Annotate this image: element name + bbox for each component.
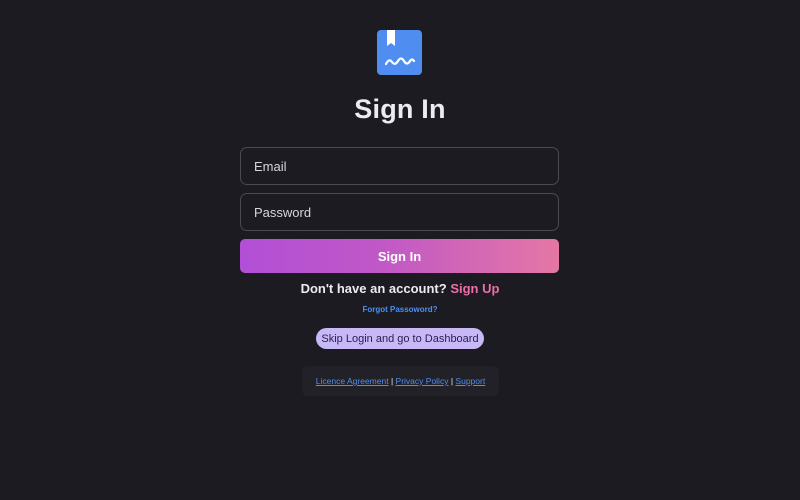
footer-separator: | <box>450 376 454 386</box>
forgot-password-link[interactable]: Forgot Passoword? <box>362 305 437 314</box>
forgot-password-row: Forgot Passoword? <box>0 303 800 315</box>
password-field[interactable] <box>240 193 559 231</box>
signup-prompt-line: Don't have an account? Sign Up <box>0 281 800 297</box>
support-link[interactable]: Support <box>455 376 485 386</box>
sign-up-link[interactable]: Sign Up <box>450 281 499 296</box>
footer-links: Licence Agreement | Privacy Policy | Sup… <box>302 366 499 396</box>
sign-in-page: Sign In Sign In Don't have an account? S… <box>0 0 800 500</box>
licence-agreement-link[interactable]: Licence Agreement <box>316 376 389 386</box>
privacy-policy-link[interactable]: Privacy Policy <box>396 376 449 386</box>
skip-login-button[interactable]: Skip Login and go to Dashboard <box>316 328 484 349</box>
email-field[interactable] <box>240 147 559 185</box>
signup-prompt-text: Don't have an account? <box>300 281 447 296</box>
page-title: Sign In <box>354 94 446 124</box>
bookmark-signature-icon <box>384 30 416 66</box>
sign-in-button[interactable]: Sign In <box>240 239 559 273</box>
footer-separator: | <box>390 376 394 386</box>
app-logo <box>377 30 422 75</box>
